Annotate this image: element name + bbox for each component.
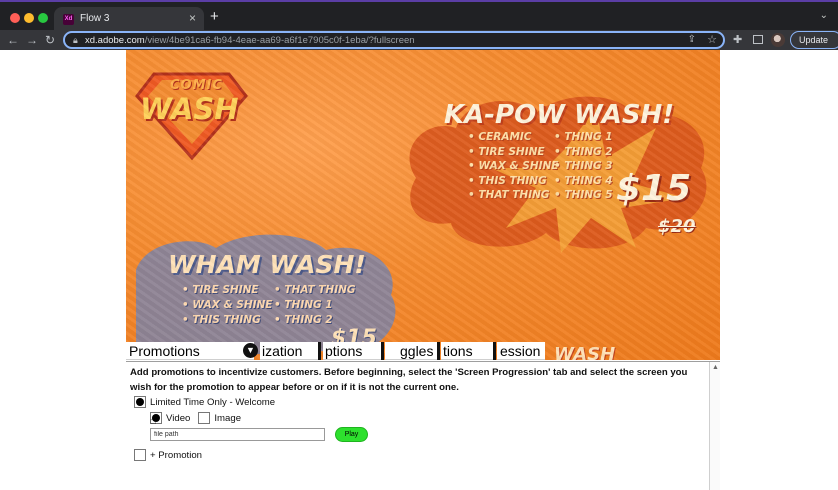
promotion-row[interactable]: Limited Time Only - Welcome	[134, 396, 275, 408]
add-promotion-checkbox[interactable]	[134, 449, 146, 461]
list-item: • WAX & SHINE	[182, 299, 273, 311]
wham-title: WHAM WASH!	[168, 250, 366, 279]
list-item: • THIS THING	[468, 174, 547, 187]
list-item: • CERAMIC	[468, 131, 532, 143]
bookmark-star-icon[interactable]: ☆	[707, 33, 717, 46]
list-item: • THING 4	[554, 174, 613, 187]
page-viewport: COMIC WASH KA-POW WASH! • CERAMIC • TIRE…	[0, 50, 838, 490]
list-item: • THING 2	[274, 314, 333, 326]
update-button[interactable]: Update	[790, 31, 838, 49]
promotion-radio[interactable]	[134, 396, 146, 408]
list-item: • THING 2	[554, 145, 613, 158]
vertical-scrollbar[interactable]: ▲	[709, 362, 720, 490]
browser-titlebar: Xd Flow 3 × + ⌄	[0, 0, 838, 32]
wham-cloud-graphic	[136, 234, 396, 360]
kapow-price: $15	[616, 168, 692, 209]
side-panel-icon[interactable]	[753, 35, 763, 44]
tab-customization[interactable]: ization	[260, 342, 318, 360]
settings-tab-strip: Promotions ▼ ization ptions ggles tions …	[126, 342, 720, 362]
scroll-up-icon[interactable]: ▲	[711, 363, 720, 372]
tab-search-chevron-icon[interactable]: ⌄	[820, 10, 828, 21]
promotions-description: Add promotions to incentivize customers.…	[130, 367, 688, 393]
add-promotion-row[interactable]: + Promotion	[134, 449, 202, 461]
back-arrow-icon[interactable]: ←	[7, 32, 19, 48]
pointer-cursor-icon: ☝︎	[150, 415, 157, 427]
tab-promotions[interactable]: Promotions	[126, 342, 254, 360]
forward-arrow-icon[interactable]: →	[26, 32, 38, 48]
list-item: • THAT THING	[468, 189, 550, 201]
promotion-label: Limited Time Only - Welcome	[150, 396, 276, 408]
tab-actions[interactable]: tions	[441, 342, 493, 360]
share-icon[interactable]: ⇪	[688, 34, 696, 45]
browser-tab[interactable]: Xd Flow 3 ×	[54, 7, 204, 32]
comic-wash-logo-shield	[135, 72, 248, 161]
tab-options[interactable]: ptions	[323, 342, 381, 360]
tab-toggles[interactable]: ggles	[385, 342, 437, 360]
close-tab-icon[interactable]: ×	[189, 11, 196, 25]
kapow-features-col2: • THING 1 • THING 2 • THING 3 • THING 4 …	[554, 130, 613, 203]
profile-avatar[interactable]	[771, 33, 785, 47]
minimize-window-button[interactable]	[24, 13, 34, 23]
video-label: Video	[166, 412, 191, 424]
chevron-down-icon[interactable]: ▼	[243, 343, 258, 358]
list-item: • THAT THING	[274, 284, 356, 296]
wham-features-col1: • TIRE SHINE • WAX & SHINE • THIS THING	[182, 283, 272, 328]
image-label: Image	[214, 412, 242, 424]
tab-divider	[493, 342, 496, 360]
media-type-row: Video Image	[150, 412, 241, 424]
address-bar[interactable]: 🔒︎ xd.adobe.com/view/4be91ca6-fb94-4eae-…	[63, 31, 725, 49]
tab-divider	[381, 342, 384, 360]
list-item: • WAX & SHINE	[468, 160, 559, 172]
tab-title: Flow 3	[80, 13, 110, 24]
kapow-old-price: $20	[658, 216, 696, 237]
kapow-title: KA-POW WASH!	[444, 100, 675, 130]
logo-wash-text: WASH	[140, 92, 239, 126]
image-radio[interactable]	[198, 412, 211, 424]
kapow-cloud-graphic	[409, 96, 707, 253]
play-button[interactable]: Play	[335, 427, 368, 442]
tab-divider	[318, 342, 321, 360]
list-item: • TIRE SHINE	[468, 145, 545, 158]
promotions-panel: Add promotions to incentivize customers.…	[126, 361, 720, 490]
hero-graphic: COMIC WASH KA-POW WASH! • CERAMIC • TIRE…	[126, 50, 720, 360]
tab-screen-progression[interactable]: ession	[497, 342, 545, 360]
kapow-features-col1: • CERAMIC • TIRE SHINE • WAX & SHINE • T…	[468, 130, 558, 203]
reload-icon[interactable]: ↻	[45, 32, 55, 48]
list-item: • THING 5	[554, 189, 613, 201]
list-item: • THING 3	[554, 160, 613, 172]
wham-features-col2: • THAT THING • THING 1 • THING 2	[274, 283, 356, 328]
extensions-puzzle-icon[interactable]: ✚	[733, 33, 742, 46]
add-promotion-label: + Promotion	[150, 449, 202, 461]
logo-comic-text: COMIC	[170, 78, 223, 93]
list-item: • THIS THING	[182, 314, 261, 326]
file-path-input[interactable]	[150, 428, 325, 441]
radio-selected-dot	[136, 398, 144, 406]
list-item: • THING 1	[274, 299, 333, 311]
list-item: • TIRE SHINE	[182, 284, 259, 296]
new-tab-button[interactable]: +	[210, 9, 219, 24]
adobe-xd-icon: Xd	[63, 14, 74, 25]
browser-toolbar: ← → ↻ 🔒︎ xd.adobe.com/view/4be91ca6-fb94…	[0, 30, 838, 50]
lock-icon: 🔒︎	[73, 35, 78, 45]
tab-divider	[437, 342, 440, 360]
url-text: xd.adobe.com/view/4be91ca6-fb94-4eae-aa6…	[85, 35, 415, 46]
list-item: • THING 1	[554, 131, 613, 143]
close-window-button[interactable]	[10, 13, 20, 23]
maximize-window-button[interactable]	[38, 13, 48, 23]
